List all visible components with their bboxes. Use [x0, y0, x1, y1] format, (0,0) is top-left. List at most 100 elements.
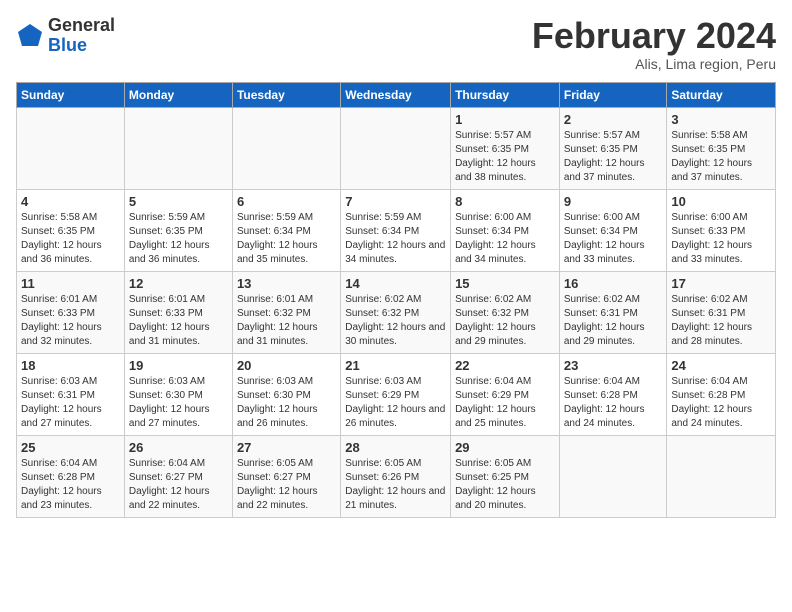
calendar-cell: 1 Sunrise: 5:57 AM Sunset: 6:35 PM Daylig…: [451, 107, 560, 189]
day-number: 17: [671, 276, 771, 291]
day-detail: Sunrise: 5:59 AM Sunset: 6:35 PM Dayligh…: [129, 211, 228, 267]
day-detail: Sunrise: 6:02 AM Sunset: 6:31 PM Dayligh…: [564, 293, 663, 349]
calendar-cell: 13 Sunrise: 6:01 AM Sunset: 6:32 PM Dayli…: [232, 271, 340, 353]
calendar-cell: [17, 107, 125, 189]
day-number: 4: [21, 194, 120, 209]
day-detail: Sunrise: 6:01 AM Sunset: 6:33 PM Dayligh…: [21, 293, 120, 349]
calendar-cell: 27 Sunrise: 6:05 AM Sunset: 6:27 PM Dayli…: [232, 435, 340, 517]
day-detail: Sunrise: 5:58 AM Sunset: 6:35 PM Dayligh…: [21, 211, 120, 267]
calendar-cell: 8Sunrise: 6:00 AM Sunset: 6:34 PM Daylig…: [451, 189, 560, 271]
day-detail: Sunrise: 6:00 AM Sunset: 6:34 PM Dayligh…: [564, 211, 663, 267]
day-number: 24: [671, 358, 771, 373]
calendar-cell: 4 Sunrise: 5:58 AM Sunset: 6:35 PM Daylig…: [17, 189, 125, 271]
day-number: 6: [237, 194, 336, 209]
day-detail: Sunrise: 6:02 AM Sunset: 6:32 PM Dayligh…: [345, 293, 446, 349]
day-number: 20: [237, 358, 336, 373]
calendar-cell: 19Sunrise: 6:03 AM Sunset: 6:30 PM Dayli…: [124, 353, 232, 435]
day-detail: Sunrise: 5:59 AM Sunset: 6:34 PM Dayligh…: [345, 211, 446, 267]
day-detail: Sunrise: 6:04 AM Sunset: 6:28 PM Dayligh…: [671, 375, 771, 431]
calendar-cell: 18 Sunrise: 6:03 AM Sunset: 6:31 PM Dayli…: [17, 353, 125, 435]
day-detail: Sunrise: 6:01 AM Sunset: 6:33 PM Dayligh…: [129, 293, 228, 349]
day-detail: Sunrise: 5:59 AM Sunset: 6:34 PM Dayligh…: [237, 211, 336, 267]
day-detail: Sunrise: 6:04 AM Sunset: 6:28 PM Dayligh…: [564, 375, 663, 431]
calendar-cell: 6 Sunrise: 5:59 AM Sunset: 6:34 PM Daylig…: [232, 189, 340, 271]
day-detail: Sunrise: 6:01 AM Sunset: 6:32 PM Dayligh…: [237, 293, 336, 349]
col-header-saturday: Saturday: [667, 82, 776, 107]
day-detail: Sunrise: 6:03 AM Sunset: 6:31 PM Dayligh…: [21, 375, 120, 431]
day-number: 5: [129, 194, 228, 209]
day-number: 19: [129, 358, 228, 373]
day-detail: Sunrise: 6:03 AM Sunset: 6:30 PM Dayligh…: [237, 375, 336, 431]
calendar-cell: 12 Sunrise: 6:01 AM Sunset: 6:33 PM Dayli…: [124, 271, 232, 353]
day-detail: Sunrise: 6:05 AM Sunset: 6:26 PM Dayligh…: [345, 457, 446, 513]
title-block: February 2024 Alis, Lima region, Peru: [532, 16, 776, 72]
day-detail: Sunrise: 6:05 AM Sunset: 6:25 PM Dayligh…: [455, 457, 555, 513]
day-number: 10: [671, 194, 771, 209]
page-header: General Blue February 2024 Alis, Lima re…: [16, 16, 776, 72]
day-detail: Sunrise: 5:57 AM Sunset: 6:35 PM Dayligh…: [455, 129, 555, 185]
calendar-cell: 17 Sunrise: 6:02 AM Sunset: 6:31 PM Dayli…: [667, 271, 776, 353]
day-detail: Sunrise: 6:03 AM Sunset: 6:29 PM Dayligh…: [345, 375, 446, 431]
col-header-wednesday: Wednesday: [341, 82, 451, 107]
calendar-cell: 7 Sunrise: 5:59 AM Sunset: 6:34 PM Daylig…: [341, 189, 451, 271]
day-number: 21: [345, 358, 446, 373]
day-number: 29: [455, 440, 555, 455]
day-number: 7: [345, 194, 446, 209]
day-detail: Sunrise: 5:57 AM Sunset: 6:35 PM Dayligh…: [564, 129, 663, 185]
calendar-cell: 23Sunrise: 6:04 AM Sunset: 6:28 PM Dayli…: [559, 353, 667, 435]
calendar-cell: 24 Sunrise: 6:04 AM Sunset: 6:28 PM Dayli…: [667, 353, 776, 435]
calendar-cell: 10 Sunrise: 6:00 AM Sunset: 6:33 PM Dayli…: [667, 189, 776, 271]
logo-general-text: General: [48, 15, 115, 35]
day-number: 11: [21, 276, 120, 291]
col-header-friday: Friday: [559, 82, 667, 107]
calendar-cell: 2 Sunrise: 5:57 AM Sunset: 6:35 PM Daylig…: [559, 107, 667, 189]
calendar-cell: [559, 435, 667, 517]
calendar-cell: 21 Sunrise: 6:03 AM Sunset: 6:29 PM Dayli…: [341, 353, 451, 435]
day-detail: Sunrise: 6:00 AM Sunset: 6:33 PM Dayligh…: [671, 211, 771, 267]
day-detail: Sunrise: 6:00 AM Sunset: 6:34 PM Dayligh…: [455, 211, 555, 267]
col-header-monday: Monday: [124, 82, 232, 107]
calendar-cell: [341, 107, 451, 189]
calendar-title: February 2024: [532, 16, 776, 56]
logo-icon: [16, 22, 44, 50]
day-number: 3: [671, 112, 771, 127]
calendar-cell: [667, 435, 776, 517]
calendar-cell: 28 Sunrise: 6:05 AM Sunset: 6:26 PM Dayli…: [341, 435, 451, 517]
col-header-tuesday: Tuesday: [232, 82, 340, 107]
day-number: 12: [129, 276, 228, 291]
calendar-week-3: 11 Sunrise: 6:01 AM Sunset: 6:33 PM Dayli…: [17, 271, 776, 353]
calendar-cell: 29 Sunrise: 6:05 AM Sunset: 6:25 PM Dayli…: [451, 435, 560, 517]
calendar-subtitle: Alis, Lima region, Peru: [532, 56, 776, 72]
col-header-thursday: Thursday: [451, 82, 560, 107]
day-number: 1: [455, 112, 555, 127]
calendar-cell: [232, 107, 340, 189]
day-number: 2: [564, 112, 663, 127]
day-detail: Sunrise: 6:04 AM Sunset: 6:28 PM Dayligh…: [21, 457, 120, 513]
calendar-cell: 15 Sunrise: 6:02 AM Sunset: 6:32 PM Dayli…: [451, 271, 560, 353]
day-number: 15: [455, 276, 555, 291]
day-number: 18: [21, 358, 120, 373]
day-number: 26: [129, 440, 228, 455]
day-detail: Sunrise: 5:58 AM Sunset: 6:35 PM Dayligh…: [671, 129, 771, 185]
calendar-cell: 5 Sunrise: 5:59 AM Sunset: 6:35 PM Daylig…: [124, 189, 232, 271]
day-number: 28: [345, 440, 446, 455]
calendar-cell: 22Sunrise: 6:04 AM Sunset: 6:29 PM Dayli…: [451, 353, 560, 435]
day-detail: Sunrise: 6:02 AM Sunset: 6:31 PM Dayligh…: [671, 293, 771, 349]
calendar-cell: 16 Sunrise: 6:02 AM Sunset: 6:31 PM Dayli…: [559, 271, 667, 353]
day-number: 14: [345, 276, 446, 291]
day-number: 16: [564, 276, 663, 291]
calendar-cell: 26 Sunrise: 6:04 AM Sunset: 6:27 PM Dayli…: [124, 435, 232, 517]
day-detail: Sunrise: 6:02 AM Sunset: 6:32 PM Dayligh…: [455, 293, 555, 349]
day-number: 22: [455, 358, 555, 373]
calendar-cell: 9 Sunrise: 6:00 AM Sunset: 6:34 PM Daylig…: [559, 189, 667, 271]
calendar-cell: 11 Sunrise: 6:01 AM Sunset: 6:33 PM Dayli…: [17, 271, 125, 353]
day-detail: Sunrise: 6:04 AM Sunset: 6:27 PM Dayligh…: [129, 457, 228, 513]
logo-blue-text: Blue: [48, 35, 87, 55]
day-number: 9: [564, 194, 663, 209]
day-number: 13: [237, 276, 336, 291]
calendar-cell: 3 Sunrise: 5:58 AM Sunset: 6:35 PM Daylig…: [667, 107, 776, 189]
calendar-table: SundayMondayTuesdayWednesdayThursdayFrid…: [16, 82, 776, 518]
day-detail: Sunrise: 6:05 AM Sunset: 6:27 PM Dayligh…: [237, 457, 336, 513]
day-number: 27: [237, 440, 336, 455]
day-number: 25: [21, 440, 120, 455]
